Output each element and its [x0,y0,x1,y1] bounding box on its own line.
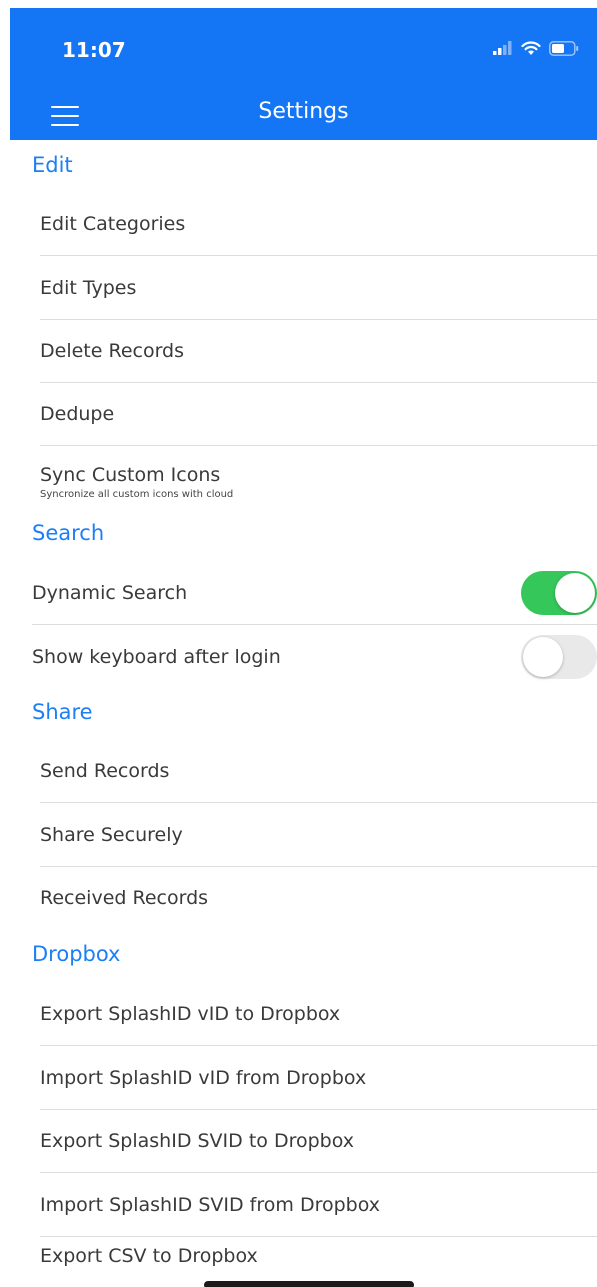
row-edit-categories[interactable]: Edit Categories [40,193,597,256]
section-header-dropbox: Dropbox [32,942,121,966]
row-label: Send Records [40,760,170,782]
row-label: Export CSV to Dropbox [40,1245,258,1267]
section-header-share: Share [32,700,93,724]
page-title: Settings [258,99,349,124]
status-icons [493,40,579,56]
status-time: 11:07 [62,38,126,62]
row-import-svid-dropbox[interactable]: Import SplashID SVID from Dropbox [40,1173,597,1237]
signal-icon [493,41,512,55]
wifi-icon [521,40,541,55]
row-import-vid-dropbox[interactable]: Import SplashID vID from Dropbox [40,1046,597,1110]
home-indicator [204,1281,414,1287]
row-label: Received Records [40,887,209,909]
row-label: Edit Types [40,276,137,299]
row-label: Dedupe [40,403,115,425]
row-subtitle: Syncronize all custom icons with cloud [40,489,234,500]
row-label: Import SplashID vID from Dropbox [40,1066,367,1089]
row-sync-custom-icons[interactable]: Sync Custom Icons Syncronize all custom … [40,446,597,518]
row-label: Show keyboard after login [32,646,281,668]
show-keyboard-toggle[interactable] [521,635,597,679]
section-header-edit: Edit [32,153,73,177]
row-label: Export SplashID vID to Dropbox [40,1003,341,1025]
row-label: Delete Records [40,340,185,362]
row-delete-records[interactable]: Delete Records [40,320,597,383]
row-share-securely[interactable]: Share Securely [40,803,597,867]
row-label: Edit Categories [40,213,186,235]
dynamic-search-toggle[interactable] [521,571,597,615]
row-export-vid-dropbox[interactable]: Export SplashID vID to Dropbox [40,983,597,1046]
settings-screen: 11:07 Settings Edit Edit Categories Edit… [0,0,597,1287]
section-header-search: Search [32,521,105,545]
toggle-knob [523,637,563,677]
navigation-bar: 11:07 Settings [10,8,597,140]
row-label: Share Securely [40,823,183,846]
row-show-keyboard-after-login: Show keyboard after login [32,625,597,689]
row-label: Export SplashID SVID to Dropbox [40,1130,354,1152]
row-export-svid-dropbox[interactable]: Export SplashID SVID to Dropbox [40,1110,597,1173]
row-send-records[interactable]: Send Records [40,740,597,803]
row-export-csv-dropbox[interactable]: Export CSV to Dropbox [40,1237,597,1287]
battery-icon [549,40,579,56]
row-dedupe[interactable]: Dedupe [40,383,597,446]
row-label: Dynamic Search [32,582,188,604]
row-edit-types[interactable]: Edit Types [40,256,597,320]
row-label: Sync Custom Icons [40,464,221,486]
row-received-records[interactable]: Received Records [40,867,597,929]
row-dynamic-search: Dynamic Search [32,562,597,625]
toggle-knob [555,573,595,613]
row-label: Import SplashID SVID from Dropbox [40,1193,380,1216]
